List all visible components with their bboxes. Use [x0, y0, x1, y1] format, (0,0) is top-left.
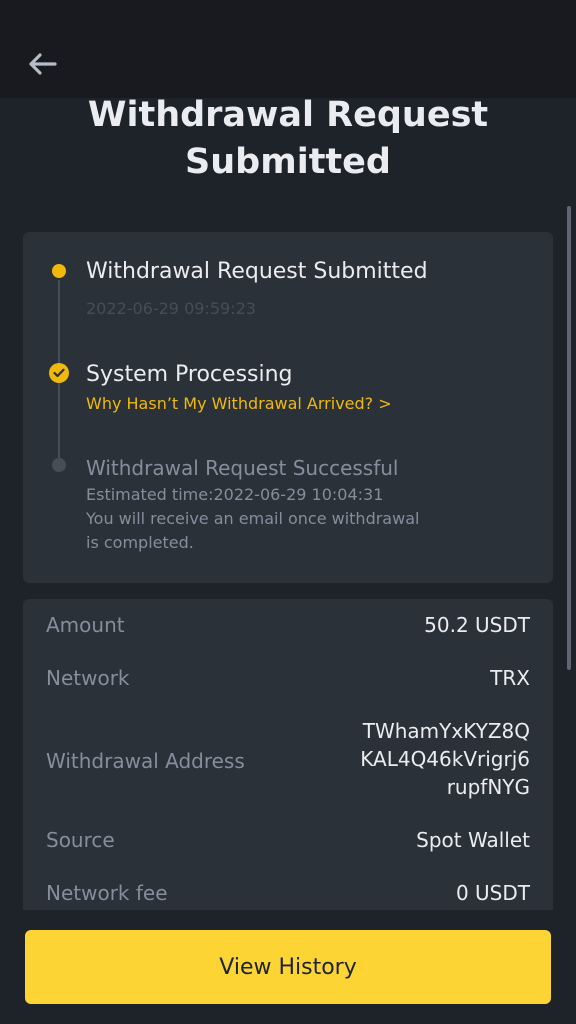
step-title: Withdrawal Request Submitted — [86, 259, 428, 284]
page-title: Withdrawal Request Submitted — [87, 95, 489, 182]
email-note: You will receive an email once withdrawa… — [86, 509, 420, 552]
detail-row-address: Withdrawal Address TWhamYxKYZ8QKAL4Q46kV… — [23, 717, 553, 805]
timeline-step-processing: System Processing Why Hasn’t My Withdraw… — [86, 360, 526, 416]
step-title: Withdrawal Request Successful — [86, 456, 399, 480]
step-pending-dot-icon — [52, 458, 66, 472]
step-title: System Processing — [86, 362, 293, 387]
source-value: Spot Wallet — [416, 828, 530, 852]
source-label: Source — [46, 828, 115, 852]
estimated-time: Estimated time:2022-06-29 10:04:31 — [86, 485, 384, 504]
scrollbar[interactable] — [567, 206, 571, 670]
status-timeline: Withdrawal Request Submitted 2022-06-29 … — [23, 232, 553, 583]
timeline-step-submitted: Withdrawal Request Submitted 2022-06-29 … — [86, 257, 526, 321]
timeline-step-successful: Withdrawal Request Successful Estimated … — [86, 453, 526, 555]
withdrawal-details: Amount 50.2 USDT Network TRX Withdrawal … — [23, 599, 553, 939]
top-bar — [0, 0, 576, 98]
fee-value: 0 USDT — [455, 881, 530, 905]
amount-value: 50.2 USDT — [424, 613, 530, 637]
arrow-left-icon — [29, 53, 57, 75]
step-timestamp: 2022-06-29 09:59:23 — [86, 299, 256, 318]
withdrawal-help-link[interactable]: Why Hasn’t My Withdrawal Arrived? > — [86, 392, 526, 416]
address-value[interactable]: TWhamYxKYZ8QKAL4Q46kVrigrj6rupfNYG — [360, 717, 530, 801]
network-label: Network — [46, 666, 130, 690]
check-circle-icon — [49, 363, 69, 383]
address-label: Withdrawal Address — [46, 749, 245, 773]
amount-label: Amount — [46, 613, 125, 637]
step-dot-icon — [52, 264, 66, 278]
back-button[interactable] — [22, 46, 62, 82]
view-history-button[interactable]: View History — [25, 930, 551, 1004]
fee-label: Network fee — [46, 881, 168, 905]
network-value: TRX — [490, 666, 530, 690]
